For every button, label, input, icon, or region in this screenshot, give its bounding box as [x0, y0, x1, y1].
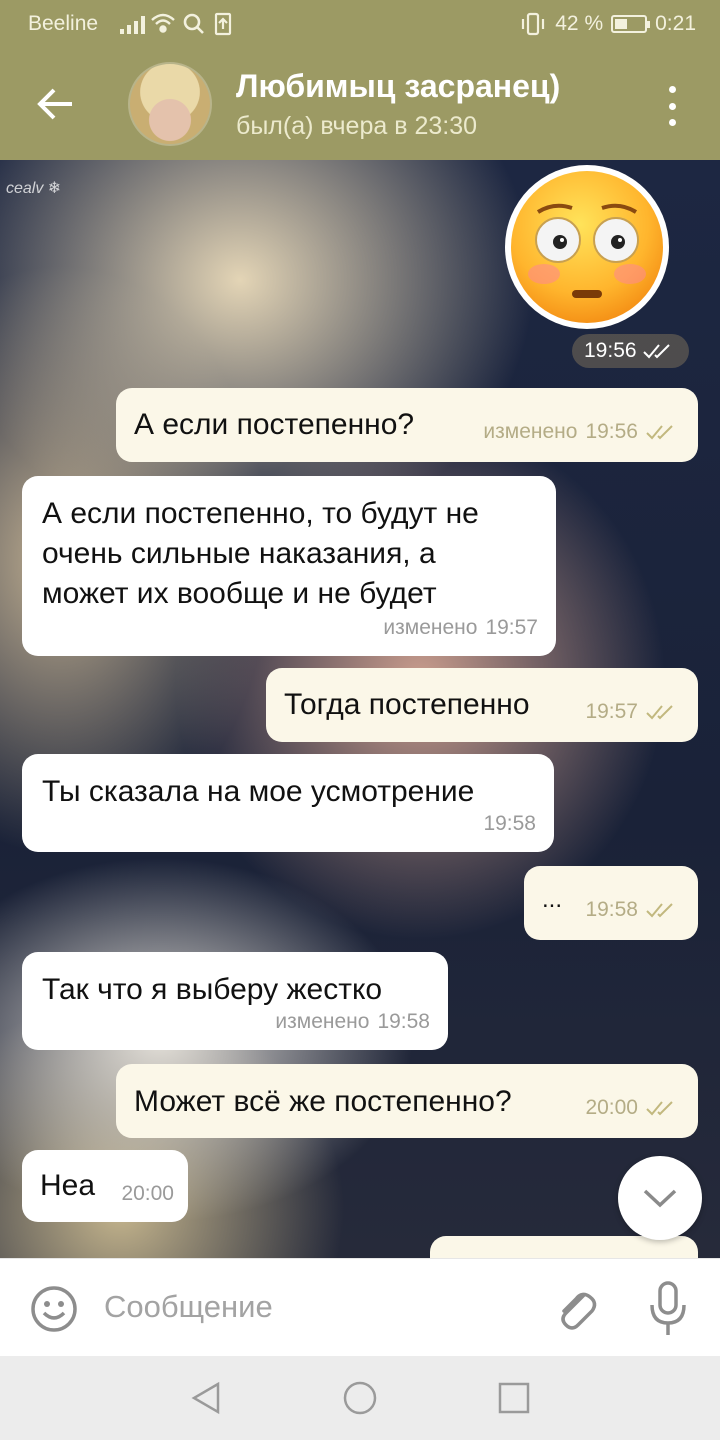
message-time: 19:58 [377, 1010, 430, 1033]
battery-icon [611, 15, 651, 33]
battery-percent: 42 % [555, 12, 604, 35]
edited-label: изменено [383, 616, 478, 639]
incoming-message[interactable]: А если постепенно, то будут не очень сил… [22, 476, 556, 656]
attach-icon[interactable] [554, 1285, 598, 1333]
message-meta: 19:58 [585, 890, 680, 930]
message-text: ... [542, 886, 563, 913]
nav-recents-icon[interactable] [496, 1380, 532, 1416]
message-input[interactable]: Сообщение [104, 1289, 273, 1325]
outgoing-message[interactable]: А если постепенно? изменено 19:56 [116, 388, 698, 462]
message-text: Может всё же постепенно? [134, 1085, 512, 1118]
message-text: А если постепенно? [134, 408, 415, 441]
message-text-line: может их вообще и не будет [42, 577, 437, 610]
wallpaper-watermark: cealv ❄ [6, 180, 62, 197]
message-time: 19:57 [585, 700, 638, 723]
contact-avatar[interactable] [128, 62, 212, 146]
message-time: 19:56 [585, 420, 638, 443]
message-text-line: А если постепенно, то будут не [42, 497, 479, 530]
message-time: 19:56 [584, 339, 637, 362]
message-meta: изменено 19:58 [275, 1002, 430, 1042]
status-bar: Beeline 42 % 0:21 [0, 0, 720, 48]
message-text: Ты сказала на мое усмотрение [42, 775, 475, 808]
read-ticks-icon [646, 903, 673, 918]
status-icons [151, 12, 232, 36]
system-navigation-bar [0, 1356, 720, 1440]
incoming-message[interactable]: Неа 20:00 [22, 1150, 188, 1222]
message-meta: изменено 19:57 [383, 608, 538, 648]
message-time: 19:58 [483, 812, 536, 835]
battery-level-fill [615, 19, 628, 29]
message-time: 20:00 [121, 1182, 174, 1205]
back-arrow-icon[interactable] [34, 82, 78, 126]
sticker-timestamp: 19:56 [572, 334, 689, 368]
incoming-message[interactable]: Ты сказала на мое усмотрение 19:58 [22, 754, 554, 852]
incoming-message[interactable]: Так что я выберу жестко изменено 19:58 [22, 952, 448, 1050]
outgoing-message[interactable]: Тогда постепенно 19:57 [266, 668, 698, 742]
message-text-line: очень сильные наказания, а [42, 537, 436, 570]
carrier-name: Beeline [28, 12, 99, 35]
message-text: Тогда постепенно [284, 688, 530, 721]
more-options-icon[interactable] [664, 86, 680, 126]
message-meta: изменено 19:56 [483, 412, 680, 452]
outgoing-message[interactable]: ... 19:58 [524, 866, 698, 940]
vibrate-icon [522, 12, 545, 36]
message-meta: 19:57 [585, 692, 680, 732]
edited-label: изменено [483, 420, 578, 443]
nav-back-icon[interactable] [188, 1380, 224, 1416]
chat-area[interactable]: cealv ❄ 19:56 А если постепенно? изменен… [0, 160, 720, 1258]
message-time: 19:58 [585, 898, 638, 921]
microphone-icon[interactable] [648, 1281, 688, 1337]
upload-icon [214, 12, 232, 36]
message-text: Неа [40, 1169, 96, 1202]
search-icon [183, 13, 204, 34]
chevron-down-icon [643, 1189, 677, 1208]
read-ticks-icon [646, 425, 673, 440]
message-meta: 19:58 [483, 804, 536, 844]
chat-header: Любимыц засранец) был(а) вчера в 23:30 [0, 48, 720, 160]
message-time: 20:00 [585, 1096, 638, 1119]
last-seen-status: был(а) вчера в 23:30 [236, 112, 478, 140]
flushed-face-sticker[interactable] [502, 162, 672, 332]
emoji-icon[interactable] [30, 1285, 78, 1333]
read-ticks-icon [646, 1101, 673, 1116]
contact-name[interactable]: Любимыц засранец) [236, 68, 560, 105]
edited-label: изменено [275, 1010, 370, 1033]
clock: 0:21 [655, 12, 696, 35]
signal-icon [120, 14, 145, 34]
outgoing-message[interactable]: Может всё же постепенно? 20:00 [116, 1064, 698, 1138]
message-meta: 20:00 [585, 1088, 680, 1128]
message-meta: 20:00 [121, 1174, 174, 1214]
read-ticks-icon [646, 705, 673, 720]
message-time: 19:57 [485, 616, 538, 639]
nav-home-icon[interactable] [342, 1380, 378, 1416]
message-input-bar: Сообщение [0, 1258, 720, 1356]
read-ticks-icon [642, 344, 670, 359]
wifi-icon [151, 13, 175, 33]
scroll-to-bottom-button[interactable] [618, 1156, 702, 1240]
